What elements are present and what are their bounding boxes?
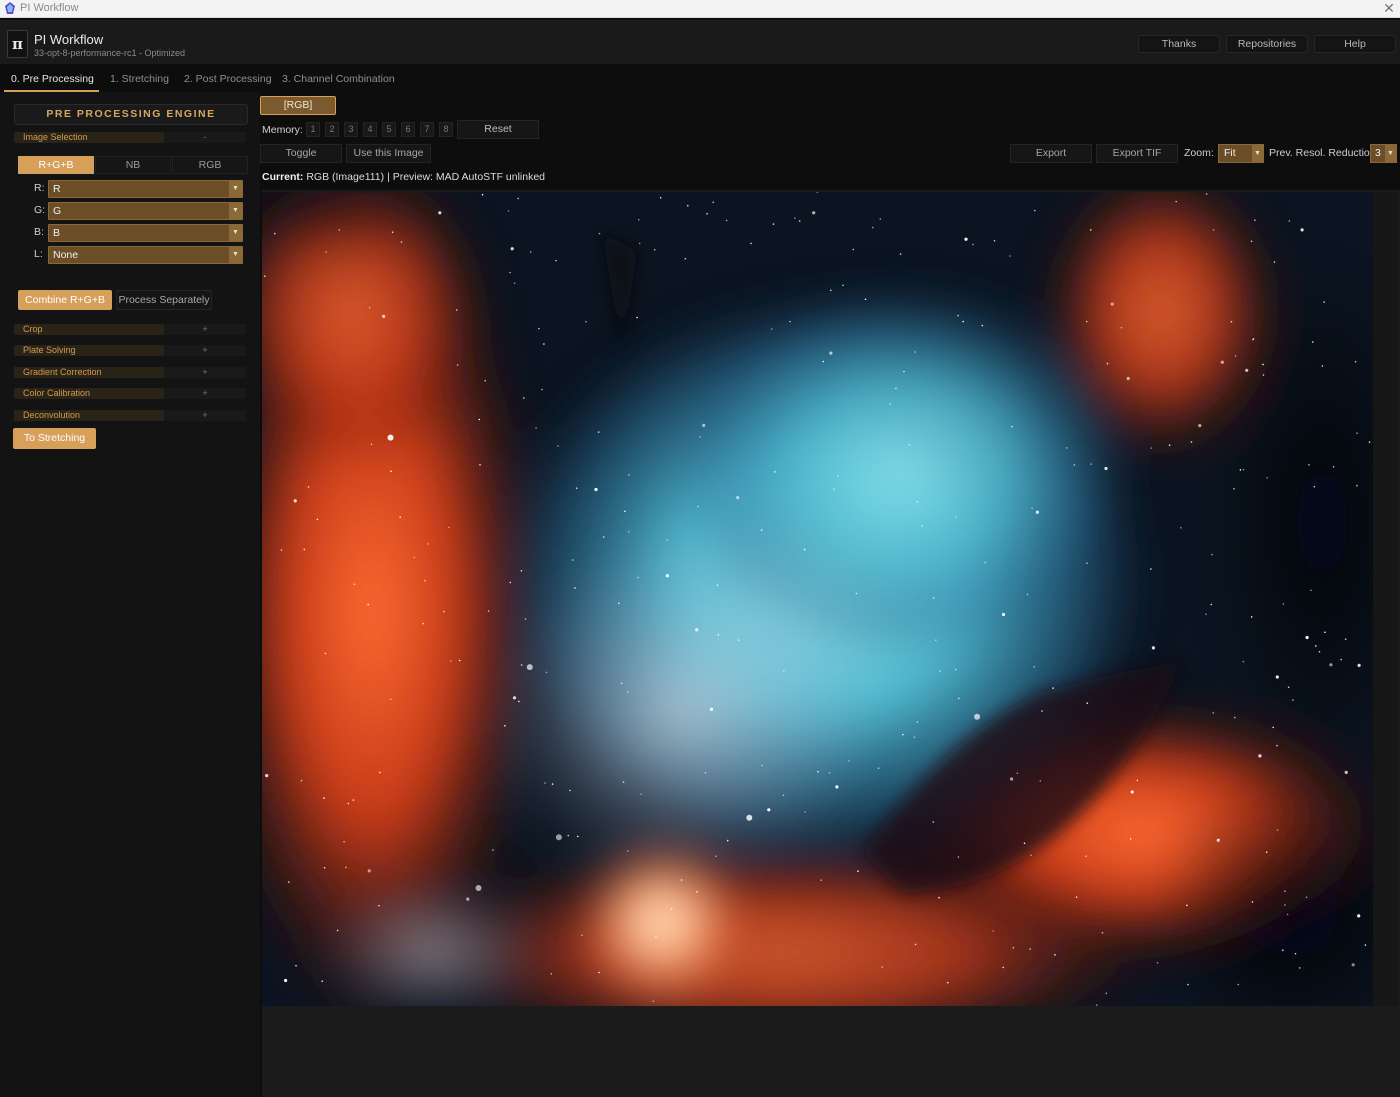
- expand-toggle[interactable]: +: [164, 388, 246, 399]
- memory-slot[interactable]: 1: [306, 122, 320, 137]
- preview-resolution-select[interactable]: 3 ▼: [1370, 144, 1397, 163]
- section-image-selection[interactable]: Image Selection -: [14, 132, 246, 143]
- channel-row-r: R: R ▼: [30, 180, 244, 198]
- select-value: 3: [1375, 147, 1381, 159]
- channel-r-select[interactable]: R ▼: [48, 180, 243, 198]
- memory-slot[interactable]: 2: [325, 122, 339, 137]
- channel-row-g: G: G ▼: [30, 202, 244, 220]
- window-title: PI Workflow: [20, 2, 79, 14]
- memory-label: Memory:: [262, 124, 303, 136]
- memory-slot[interactable]: 6: [401, 122, 415, 137]
- os-titlebar: PI Workflow ✕: [0, 0, 1400, 18]
- pi-logo-icon: π: [7, 30, 28, 58]
- mode-tab-rgb[interactable]: RGB: [172, 156, 248, 174]
- engine-title: PRE PROCESSING ENGINE: [14, 104, 248, 125]
- chevron-down-icon: ▼: [229, 225, 242, 241]
- mode-tab-rgb-separate[interactable]: R+G+B: [18, 156, 94, 174]
- expand-toggle[interactable]: +: [164, 410, 246, 421]
- chevron-down-icon: ▼: [1385, 145, 1396, 162]
- section-crop[interactable]: Crop +: [14, 324, 246, 335]
- select-value: Fit: [1224, 147, 1236, 159]
- tab-stretching[interactable]: 1. Stretching: [110, 73, 169, 85]
- memory-slot[interactable]: 7: [420, 122, 434, 137]
- memory-slot[interactable]: 3: [344, 122, 358, 137]
- export-tif-button[interactable]: Export TIF: [1096, 144, 1178, 163]
- channel-row-l: L: None ▼: [30, 246, 244, 264]
- use-this-image-button[interactable]: Use this Image: [346, 144, 431, 163]
- chevron-down-icon: ▼: [229, 247, 242, 263]
- channel-label: R:: [34, 182, 45, 194]
- preview-image[interactable]: [262, 192, 1373, 1006]
- current-text: RGB (Image111) | Preview: MAD AutoSTF un…: [303, 171, 546, 183]
- mode-tab-nb[interactable]: NB: [95, 156, 171, 174]
- channel-label: G:: [34, 204, 46, 216]
- sidebar: PRE PROCESSING ENGINE Image Selection - …: [0, 92, 260, 1097]
- memory-slot[interactable]: 8: [439, 122, 453, 137]
- expand-toggle[interactable]: +: [164, 367, 246, 378]
- export-button[interactable]: Export: [1010, 144, 1092, 163]
- section-gradient-correction[interactable]: Gradient Correction +: [14, 367, 246, 378]
- app-version: 33-opt-8-performance-rc1 - Optimized: [34, 48, 186, 58]
- app-icon: [5, 2, 15, 14]
- tab-channel-combination[interactable]: 3. Channel Combination: [282, 73, 395, 85]
- app-header: π PI Workflow 33-opt-8-performance-rc1 -…: [0, 20, 1400, 64]
- mode-tabs: R+G+B NB RGB: [18, 156, 248, 174]
- thanks-button[interactable]: Thanks: [1138, 35, 1220, 53]
- section-label: Gradient Correction: [14, 367, 164, 378]
- channel-label: B:: [34, 226, 44, 238]
- collapse-toggle[interactable]: -: [164, 132, 246, 143]
- tab-post-processing[interactable]: 2. Post Processing: [184, 73, 272, 85]
- combine-rgb-button[interactable]: Combine R+G+B: [18, 290, 112, 310]
- select-value: None: [53, 249, 79, 261]
- memory-slot[interactable]: 4: [363, 122, 377, 137]
- vertical-scrollbar[interactable]: [1373, 192, 1398, 1006]
- to-stretching-button[interactable]: To Stretching: [13, 428, 96, 449]
- section-label: Color Calibration: [14, 388, 164, 399]
- expand-toggle[interactable]: +: [164, 345, 246, 356]
- zoom-select[interactable]: Fit ▼: [1218, 144, 1264, 163]
- channel-g-select[interactable]: G ▼: [48, 202, 243, 220]
- tab-pre-processing[interactable]: 0. Pre Processing: [11, 73, 94, 85]
- select-value: R: [53, 183, 61, 195]
- preview-resolution-label: Prev. Resol. Reduction: [1269, 147, 1376, 159]
- select-value: G: [53, 205, 62, 217]
- section-label: Plate Solving: [14, 345, 164, 356]
- help-button[interactable]: Help: [1314, 35, 1396, 53]
- close-icon[interactable]: ✕: [1380, 0, 1398, 18]
- workflow-tabs: 0. Pre Processing 1. Stretching 2. Post …: [0, 66, 420, 92]
- expand-toggle[interactable]: +: [164, 324, 246, 335]
- reset-button[interactable]: Reset: [457, 120, 539, 139]
- chevron-down-icon: ▼: [1252, 145, 1263, 162]
- section-label: Image Selection: [14, 132, 164, 143]
- chevron-down-icon: ▼: [229, 181, 242, 197]
- toggle-button[interactable]: Toggle: [260, 144, 342, 163]
- channel-label: L:: [34, 248, 43, 260]
- memory-slot[interactable]: 5: [382, 122, 396, 137]
- select-value: B: [53, 227, 61, 239]
- process-separately-button[interactable]: Process Separately: [116, 290, 212, 310]
- app-name: PI Workflow: [34, 32, 104, 47]
- rgb-mode-badge[interactable]: [RGB]: [260, 96, 336, 115]
- channel-row-b: B: B ▼: [30, 224, 244, 242]
- channel-l-select[interactable]: None ▼: [48, 246, 243, 264]
- chevron-down-icon: ▼: [229, 203, 242, 219]
- section-plate-solving[interactable]: Plate Solving +: [14, 345, 246, 356]
- section-color-calibration[interactable]: Color Calibration +: [14, 388, 246, 399]
- channel-b-select[interactable]: B ▼: [48, 224, 243, 242]
- section-label: Crop: [14, 324, 164, 335]
- current-prefix: Current:: [262, 171, 304, 183]
- current-image-status: Current: RGB (Image111) | Preview: MAD A…: [262, 171, 545, 183]
- section-label: Deconvolution: [14, 410, 164, 421]
- section-deconvolution[interactable]: Deconvolution +: [14, 410, 246, 421]
- zoom-label: Zoom:: [1184, 147, 1214, 159]
- repositories-button[interactable]: Repositories: [1226, 35, 1308, 53]
